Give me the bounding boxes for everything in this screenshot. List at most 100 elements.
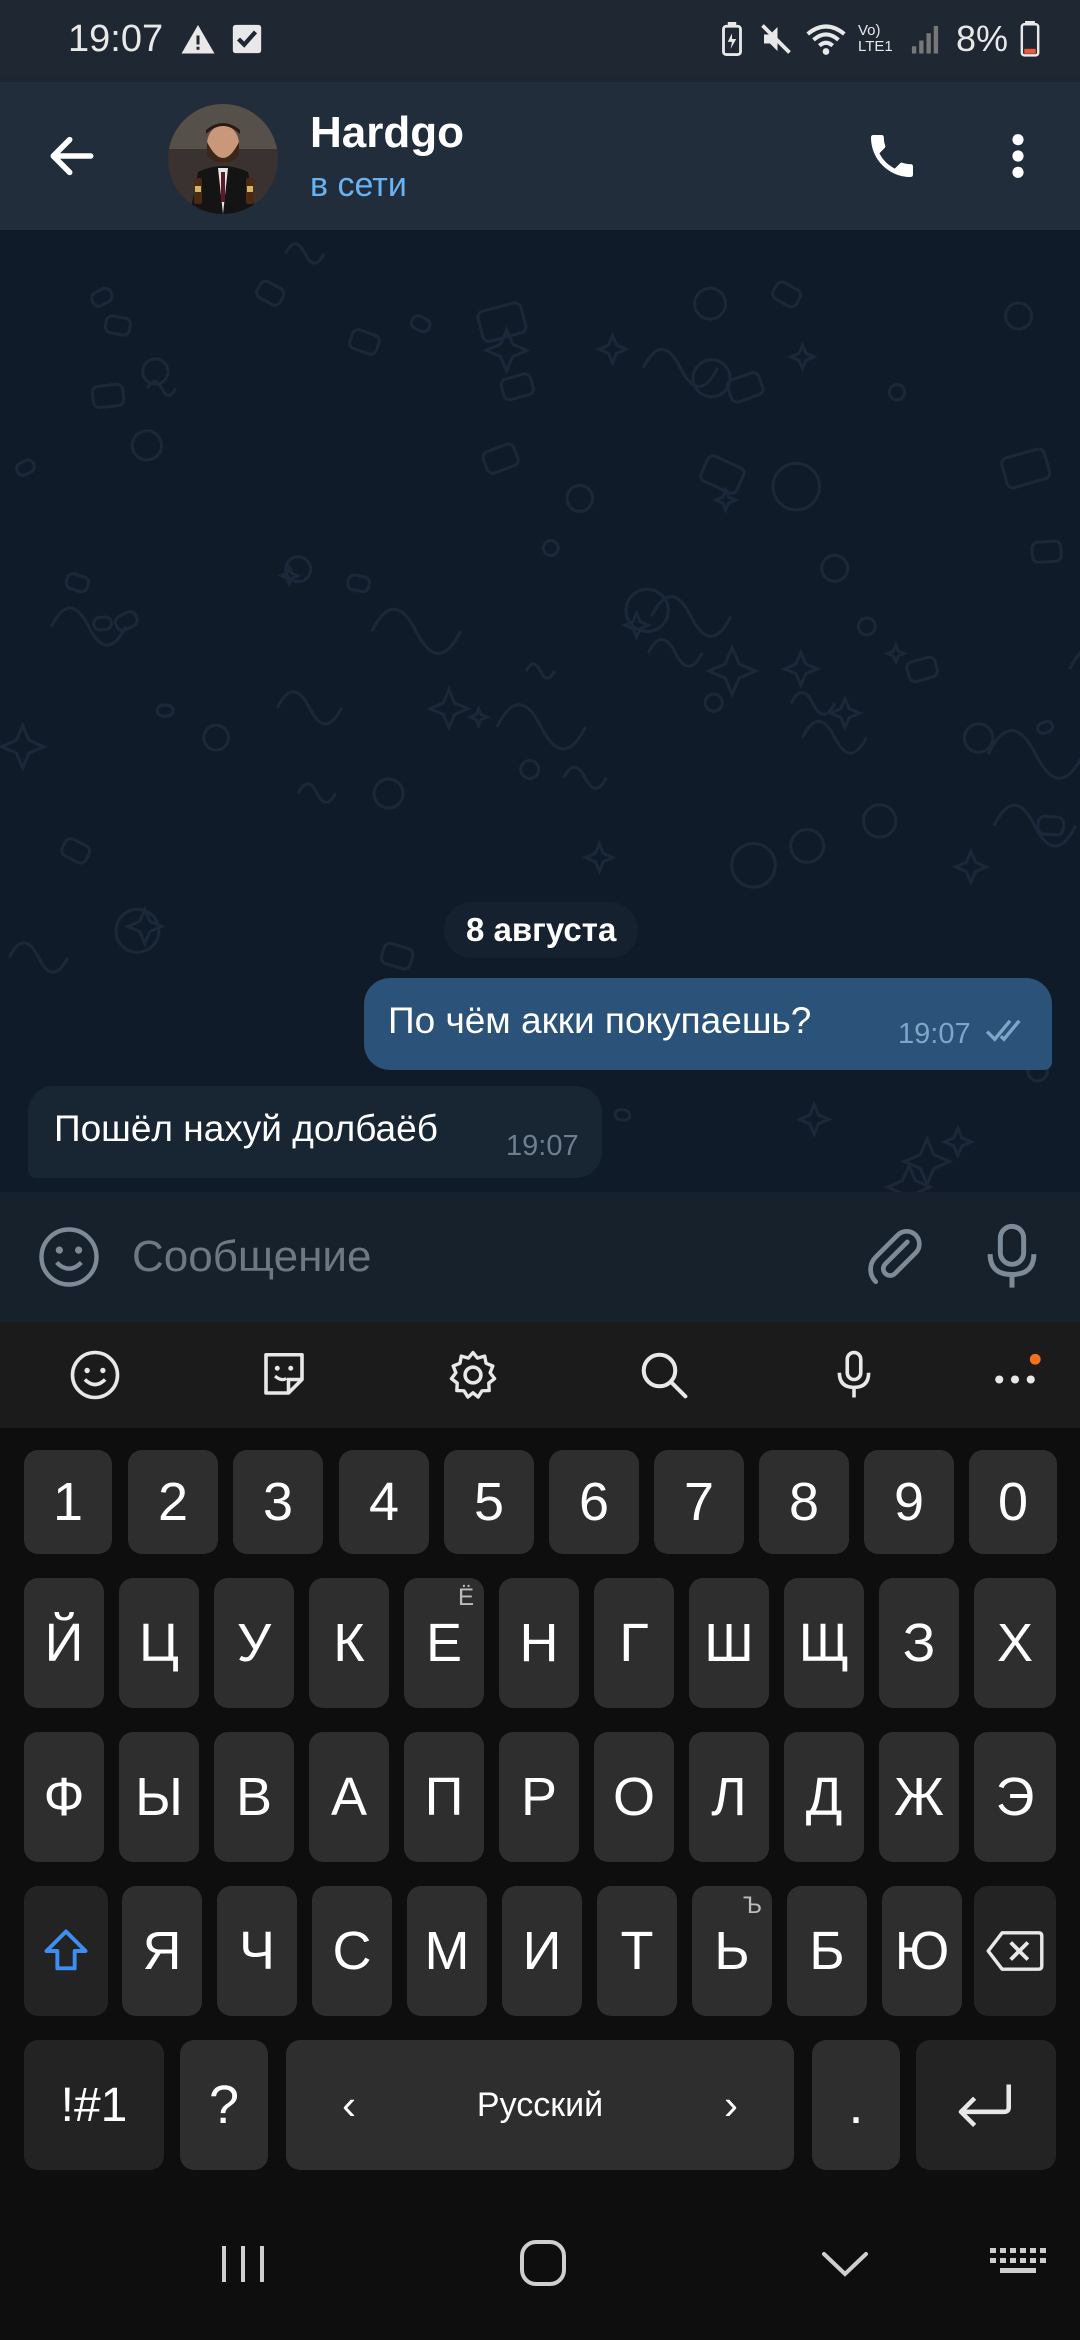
- key-н[interactable]: Н: [499, 1578, 579, 1708]
- key-ж[interactable]: Ж: [879, 1732, 959, 1862]
- wallpaper-doodle: [92, 615, 113, 632]
- avatar[interactable]: [168, 104, 278, 214]
- key-о[interactable]: О: [594, 1732, 674, 1862]
- incoming-message[interactable]: Пошёл нахуй долбаёб 19:07: [28, 1086, 602, 1178]
- key-б[interactable]: Б: [787, 1886, 867, 2016]
- wallpaper-doodle: [348, 328, 381, 356]
- key-а[interactable]: А: [309, 1732, 389, 1862]
- keyboard-toggle-button[interactable]: [982, 2234, 1052, 2294]
- keyboard-sticker-button[interactable]: [257, 1348, 311, 1402]
- contact-name[interactable]: Hardgo: [310, 108, 464, 158]
- key-8[interactable]: 8: [759, 1450, 849, 1554]
- backspace-key[interactable]: [974, 1886, 1056, 2016]
- wallpaper-doodle: [730, 841, 777, 889]
- wallpaper-doodle: [826, 694, 864, 732]
- back-nav-button[interactable]: [810, 2234, 880, 2294]
- key-с[interactable]: С: [312, 1886, 392, 2016]
- key-и[interactable]: И: [502, 1886, 582, 2016]
- key-label: Ь: [714, 1921, 750, 1981]
- status-bar: 19:07 Vo) LTE1 8%: [0, 0, 1080, 82]
- voice-record-button[interactable]: [982, 1222, 1042, 1292]
- symbols-key[interactable]: !#1: [24, 2040, 164, 2170]
- key-э[interactable]: Э: [974, 1732, 1056, 1862]
- key-6[interactable]: 6: [549, 1450, 639, 1554]
- wallpaper-doodle: [780, 648, 822, 690]
- key-щ[interactable]: Щ: [784, 1578, 864, 1708]
- wallpaper-doodle: [541, 539, 560, 557]
- battery-percent: 8%: [955, 18, 1008, 59]
- key-з[interactable]: З: [879, 1578, 959, 1708]
- key-7[interactable]: 7: [654, 1450, 744, 1554]
- key-ш[interactable]: Ш: [689, 1578, 769, 1708]
- wallpaper-doodle: [60, 837, 92, 865]
- key-5[interactable]: 5: [444, 1450, 534, 1554]
- more-vert-icon: [1012, 134, 1024, 178]
- avatar-photo: [168, 104, 278, 214]
- wallpaper-doodle: [795, 1100, 833, 1138]
- key-ю[interactable]: Ю: [882, 1886, 962, 2016]
- key-9[interactable]: 9: [864, 1450, 954, 1554]
- space-key[interactable]: ‹ Русский ›: [286, 2040, 794, 2170]
- key-д[interactable]: Д: [784, 1732, 864, 1862]
- contact-status: в сети: [310, 166, 407, 204]
- keyboard-settings-button[interactable]: [446, 1348, 500, 1402]
- key-2[interactable]: 2: [128, 1450, 218, 1554]
- key-0[interactable]: 0: [969, 1450, 1057, 1554]
- sticker-icon: [264, 1352, 304, 1395]
- keyboard-search-button[interactable]: [637, 1348, 691, 1402]
- network-label: Vo) LTE1: [857, 22, 893, 55]
- key-м[interactable]: М: [407, 1886, 487, 2016]
- key-1[interactable]: 1: [24, 1450, 112, 1554]
- question-key[interactable]: ?: [180, 2040, 268, 2170]
- key-л[interactable]: Л: [689, 1732, 769, 1862]
- keyboard-icon: [990, 2248, 1046, 2273]
- key-ы[interactable]: Ы: [119, 1732, 199, 1862]
- key-я[interactable]: Я: [122, 1886, 202, 2016]
- outgoing-message[interactable]: По чём акки покупаешь? 19:07: [364, 978, 1052, 1070]
- key-р[interactable]: Р: [499, 1732, 579, 1862]
- keyboard-voice-button[interactable]: [827, 1348, 881, 1402]
- shift-key[interactable]: [24, 1886, 108, 2016]
- key-г[interactable]: Г: [594, 1578, 674, 1708]
- key-й[interactable]: Й: [24, 1578, 104, 1708]
- emoji-button[interactable]: [36, 1224, 102, 1290]
- keyboard-emoji-button[interactable]: [68, 1348, 122, 1402]
- wallpaper-doodle: [1068, 651, 1080, 670]
- key-е[interactable]: Е Ё: [404, 1578, 484, 1708]
- wallpaper-doodle: [900, 1134, 954, 1189]
- wallpaper-doodle: [1036, 720, 1055, 735]
- wallpaper-doodle: [284, 242, 326, 265]
- key-т[interactable]: Т: [597, 1886, 677, 2016]
- key-у[interactable]: У: [214, 1578, 294, 1708]
- key-ь[interactable]: Ь Ъ: [692, 1886, 772, 2016]
- key-х[interactable]: Х: [974, 1578, 1056, 1708]
- recents-button[interactable]: [208, 2234, 278, 2294]
- message-input[interactable]: [130, 1222, 830, 1292]
- keyboard-more-button[interactable]: [988, 1348, 1042, 1402]
- period-key[interactable]: .: [812, 2040, 900, 2170]
- wallpaper-doodle: [481, 442, 520, 475]
- battery-saver-icon: [722, 22, 742, 56]
- call-button[interactable]: [864, 128, 920, 184]
- wallpaper-doodle: [703, 692, 724, 713]
- key-в[interactable]: В: [214, 1732, 294, 1862]
- wallpaper-doodle: [15, 458, 36, 477]
- key-ф[interactable]: Ф: [24, 1732, 104, 1862]
- wallpaper-doodle: [905, 655, 939, 684]
- key-3[interactable]: 3: [233, 1450, 323, 1554]
- more-menu-button[interactable]: [1000, 128, 1036, 184]
- back-button[interactable]: [44, 128, 100, 184]
- key-ч[interactable]: Ч: [217, 1886, 297, 2016]
- chat-area[interactable]: 8 августа По чём акки покупаешь? 19:07 П…: [0, 230, 1080, 1192]
- key-4[interactable]: 4: [339, 1450, 429, 1554]
- attach-button[interactable]: [862, 1224, 928, 1290]
- key-ц[interactable]: Ц: [119, 1578, 199, 1708]
- enter-key[interactable]: [916, 2040, 1056, 2170]
- wallpaper-doodle: [379, 941, 415, 971]
- wallpaper-doodle: [789, 691, 836, 716]
- key-к[interactable]: К: [309, 1578, 389, 1708]
- home-button[interactable]: [508, 2234, 578, 2294]
- wallpaper-doodle: [370, 607, 462, 655]
- key-п[interactable]: П: [404, 1732, 484, 1862]
- wallpaper-doodle: [130, 429, 164, 462]
